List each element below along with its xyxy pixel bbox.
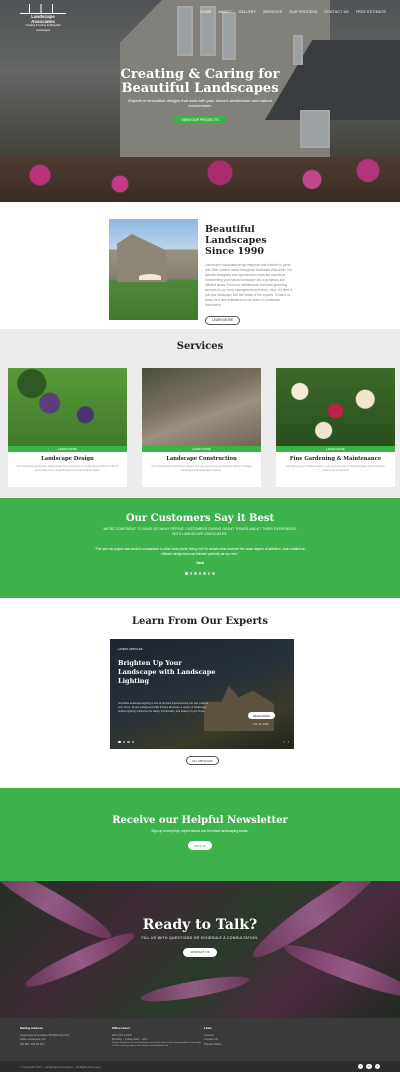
- about-body: Landscape Associates brings elegance and…: [205, 263, 293, 307]
- testimonials-title: Our Customers Say it Best: [125, 513, 275, 524]
- testimonial-quote: “The size my project was small in compar…: [94, 547, 306, 556]
- footer: Mailing Address Landscape Associates W12…: [0, 1018, 400, 1072]
- service-card-construction[interactable]: Learn More Landscape Construction Our ex…: [142, 368, 261, 487]
- experts-section: Learn From Our Experts Latest Articles B…: [0, 598, 400, 788]
- experts-title: Learn From Our Experts: [131, 616, 268, 627]
- service-construction-desc: Our experienced construction department …: [151, 465, 252, 472]
- service-design-desc: Our Landscape Associates design team liv…: [16, 465, 119, 472]
- services-title: Services: [176, 341, 224, 352]
- testimonials-section: Our Customers Say it Best We’re confiden…: [0, 498, 400, 598]
- about-section: Beautiful Landscapes Since 1990 Landscap…: [0, 202, 400, 329]
- carousel-dot[interactable]: [122, 740, 125, 743]
- logo-name: Landscape Associates: [31, 14, 55, 24]
- carousel-dot[interactable]: [212, 572, 215, 575]
- main-nav: Home About Gallery Services Our Process …: [200, 10, 386, 14]
- nav-item-about[interactable]: About: [219, 10, 232, 14]
- about-house-photo: [109, 219, 198, 320]
- service-design-image: [8, 368, 127, 446]
- hero-content: Creating & Caring for Beautiful Landscap…: [0, 68, 400, 126]
- article-body: Incredible landscape lighting is one of …: [118, 702, 208, 713]
- about-title: Beautiful Landscapes Since 1990: [205, 224, 267, 257]
- leaf-decoration: [280, 937, 400, 1005]
- footer-text: PO Box 123 WI 5xx: [20, 1041, 45, 1046]
- service-gardening-desc: Maintaining your outdoor spaces is an es…: [286, 465, 385, 472]
- carousel-dot[interactable]: [194, 572, 197, 575]
- featured-article-card[interactable]: Latest Articles Brighten Up Your Landsca…: [110, 639, 294, 749]
- service-design-bar[interactable]: Learn More: [8, 446, 127, 452]
- prev-arrow-icon[interactable]: ‹: [283, 739, 284, 744]
- next-arrow-icon[interactable]: ›: [288, 739, 289, 744]
- linkedin-icon[interactable]: in: [366, 1063, 372, 1069]
- carousel-dot[interactable]: [185, 572, 188, 575]
- service-card-gardening[interactable]: Learn More Fine Gardening & Maintenance …: [276, 368, 395, 487]
- hero-flowers-image: [0, 157, 400, 202]
- service-design-title: Landscape Design: [41, 456, 94, 462]
- service-construction-title: Landscape Construction: [166, 456, 237, 462]
- service-gardening-bar[interactable]: Learn More: [276, 446, 395, 452]
- nav-item-gallery[interactable]: Gallery: [239, 10, 256, 14]
- carousel-dot[interactable]: [118, 740, 121, 743]
- ready-subtitle: Fill us with questions or schedule a con…: [141, 936, 259, 940]
- services-section: Services Learn More Landscape Design Our…: [0, 329, 400, 498]
- logo-tagline: Creating & Caring for Beautiful Landscap…: [25, 24, 61, 32]
- service-construction-bar[interactable]: Learn More: [142, 446, 261, 452]
- logo-mark-icon: [20, 4, 66, 14]
- nav-item-home[interactable]: Home: [200, 10, 211, 14]
- leaf-decoration: [139, 971, 251, 1007]
- newsletter-title: Receive our Helpful Newsletter: [112, 815, 288, 826]
- nav-item-services[interactable]: Services: [263, 10, 282, 14]
- carousel-dot[interactable]: [203, 572, 206, 575]
- hero-section: Landscape Associates Creating & Caring f…: [0, 0, 400, 202]
- footer-links-title: Links: [204, 1026, 212, 1030]
- contact-cta-section: Ready to Talk? Fill us with questions or…: [0, 881, 400, 1018]
- article-date: July 30, 2018: [253, 723, 269, 726]
- newsletter-section: Receive our Helpful Newsletter Sign up t…: [0, 788, 400, 881]
- newsletter-subtitle: Sign up to keep tips, expert advice and …: [151, 829, 249, 833]
- all-articles-button[interactable]: All Articles: [186, 756, 219, 765]
- about-umbrella-shape: [139, 274, 161, 280]
- copyright-text: © Copyright 2017 – Landscape Associates …: [20, 1064, 101, 1069]
- footer-links: Links Careers Contact Us Privacy Policy: [204, 1026, 264, 1046]
- twitter-icon[interactable]: t: [374, 1063, 380, 1069]
- service-gardening-title: Fine Gardening & Maintenance: [289, 456, 382, 462]
- testimonial-carousel-dots: [0, 572, 400, 575]
- sign-up-button[interactable]: Sign Up: [187, 841, 213, 850]
- hero-subtitle: Experts in innovative designs that work …: [128, 98, 272, 108]
- footer-hours-title: Office Hours: [112, 1026, 131, 1030]
- nav-item-contact[interactable]: Contact Us: [324, 10, 348, 14]
- logo[interactable]: Landscape Associates Creating & Caring f…: [20, 4, 66, 32]
- article-tag: Latest Articles: [118, 647, 143, 651]
- footer-text: Of The Landscape Associates Website and …: [112, 1044, 169, 1047]
- service-construction-image: [142, 368, 261, 446]
- testimonials-subtitle: We’re confident to have so many repeat c…: [103, 527, 297, 536]
- copyright-bar: © Copyright 2017 – Landscape Associates …: [0, 1061, 400, 1072]
- service-card-design[interactable]: Learn More Landscape Design Our Landscap…: [8, 368, 127, 487]
- about-content: Beautiful Landscapes Since 1990 Landscap…: [205, 224, 295, 326]
- read-more-button[interactable]: Read More: [248, 712, 275, 719]
- footer-link-privacy[interactable]: Privacy Policy: [204, 1042, 264, 1047]
- carousel-dot[interactable]: [189, 572, 193, 575]
- facebook-icon[interactable]: f: [357, 1063, 363, 1069]
- footer-address-title: Mailing Address: [20, 1026, 44, 1030]
- carousel-dot[interactable]: [131, 740, 134, 743]
- service-gardening-image: [276, 368, 395, 446]
- footer-address: Mailing Address Landscape Associates W12…: [20, 1026, 100, 1046]
- testimonial-author: Sara: [196, 561, 204, 565]
- ready-title: Ready to Talk?: [142, 917, 258, 933]
- carousel-dot[interactable]: [207, 572, 211, 575]
- view-projects-button[interactable]: View Our Projects: [173, 116, 227, 124]
- nav-item-estimate[interactable]: Free Estimate: [356, 10, 386, 14]
- article-carousel-dots: [118, 740, 134, 743]
- article-title[interactable]: Brighten Up Your Landscape with Landscap…: [118, 659, 218, 686]
- learn-more-button[interactable]: Learn More: [205, 315, 241, 325]
- carousel-dot[interactable]: [127, 740, 130, 743]
- hero-title: Creating & Caring for Beautiful Landscap…: [120, 67, 280, 96]
- social-links: f in t: [357, 1063, 380, 1069]
- article-arrows: ‹ ›: [283, 739, 289, 744]
- nav-item-process[interactable]: Our Process: [289, 10, 317, 14]
- carousel-dot[interactable]: [198, 572, 202, 575]
- contact-us-button[interactable]: Contact Us: [183, 947, 217, 957]
